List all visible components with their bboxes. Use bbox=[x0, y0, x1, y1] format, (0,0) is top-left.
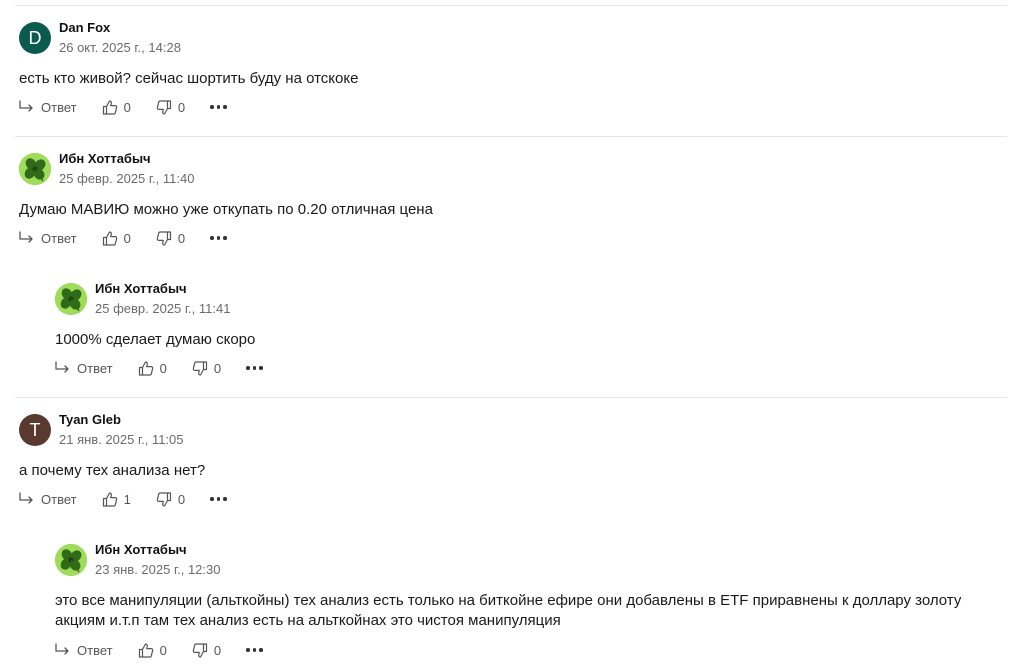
comment-text: а почему тех анализа нет? bbox=[19, 462, 206, 479]
more-dot-icon bbox=[246, 648, 250, 652]
dislike-button[interactable]: 0 bbox=[192, 643, 221, 658]
comment-text: это все манипуляции (альткойны) тех анал… bbox=[55, 592, 962, 629]
more-dot-icon bbox=[216, 497, 221, 501]
avatar[interactable] bbox=[19, 153, 51, 185]
more-dot-icon bbox=[252, 366, 257, 370]
comment-actions: Ответ 1 0 bbox=[19, 489, 227, 509]
comment-date: 25 февр. 2025 г., 11:41 bbox=[95, 301, 231, 316]
thumbs-down-icon bbox=[156, 99, 171, 115]
reply-arrow-icon bbox=[19, 100, 33, 112]
like-count: 0 bbox=[123, 99, 131, 115]
reply-label: Ответ bbox=[41, 491, 77, 507]
reply-button[interactable]: Ответ bbox=[55, 643, 113, 658]
reply-button[interactable]: Ответ bbox=[19, 100, 77, 115]
reply-button[interactable]: Ответ bbox=[19, 231, 77, 246]
comment-text: Думаю МАВИЮ можно уже откупать по 0.20 о… bbox=[19, 201, 433, 218]
comment-actions: Ответ 0 0 bbox=[55, 640, 263, 660]
more-dot-icon bbox=[223, 105, 227, 109]
avatar[interactable]: D bbox=[19, 22, 51, 54]
more-dot-icon bbox=[259, 648, 263, 652]
reply-label: Ответ bbox=[41, 99, 77, 115]
like-count: 0 bbox=[159, 642, 167, 658]
avatar[interactable] bbox=[55, 544, 87, 576]
reply-button[interactable]: Ответ bbox=[19, 492, 77, 507]
reply-arrow-icon bbox=[19, 231, 33, 243]
like-button[interactable]: 0 bbox=[102, 231, 131, 246]
thumbs-up-icon bbox=[102, 99, 117, 115]
clover-icon bbox=[55, 544, 87, 576]
more-options-button[interactable] bbox=[246, 366, 263, 370]
more-options-button[interactable] bbox=[210, 105, 227, 109]
dislike-button[interactable]: 0 bbox=[192, 361, 221, 376]
more-dot-icon bbox=[210, 236, 214, 240]
like-button[interactable]: 0 bbox=[138, 643, 167, 658]
divider bbox=[15, 397, 1007, 398]
more-dot-icon bbox=[210, 105, 214, 109]
like-count: 0 bbox=[159, 360, 167, 376]
reply-label: Ответ bbox=[41, 230, 77, 246]
like-button[interactable]: 0 bbox=[102, 100, 131, 115]
comment-date: 21 янв. 2025 г., 11:05 bbox=[59, 432, 184, 447]
thumbs-down-icon bbox=[192, 642, 207, 658]
like-count: 0 bbox=[123, 230, 131, 246]
reply-arrow-icon bbox=[55, 361, 69, 373]
dislike-count: 0 bbox=[213, 642, 222, 658]
thumbs-up-icon bbox=[138, 642, 153, 658]
avatar-letter: D bbox=[28, 27, 42, 48]
clover-icon bbox=[55, 283, 87, 315]
dislike-count: 0 bbox=[177, 230, 186, 246]
comment-actions: Ответ 0 0 bbox=[19, 97, 227, 117]
more-dot-icon bbox=[252, 648, 257, 652]
clover-icon bbox=[19, 153, 51, 185]
comment-text: 1000% сделает думаю скоро bbox=[55, 331, 256, 348]
thumbs-down-icon bbox=[156, 491, 171, 507]
avatar[interactable] bbox=[55, 283, 87, 315]
more-dot-icon bbox=[210, 497, 214, 501]
more-dot-icon bbox=[246, 366, 250, 370]
comment-date: 23 янв. 2025 г., 12:30 bbox=[95, 562, 221, 577]
more-options-button[interactable] bbox=[246, 648, 263, 652]
thumbs-down-icon bbox=[192, 360, 207, 376]
dislike-count: 0 bbox=[213, 360, 222, 376]
comment-actions: Ответ 0 0 bbox=[55, 358, 263, 378]
reply-arrow-icon bbox=[55, 643, 69, 655]
comment-author[interactable]: Ибн Хоттабыч bbox=[59, 151, 151, 166]
thumbs-up-icon bbox=[102, 491, 117, 507]
comments-section: D Dan Fox 26 окт. 2025 г., 14:28 есть кт… bbox=[0, 0, 1022, 667]
comment-author[interactable]: Ибн Хоттабыч bbox=[95, 542, 187, 557]
comment-actions: Ответ 0 0 bbox=[19, 228, 227, 248]
more-dot-icon bbox=[216, 105, 221, 109]
like-button[interactable]: 1 bbox=[102, 492, 131, 507]
like-count: 1 bbox=[123, 491, 131, 507]
comment-author[interactable]: Dan Fox bbox=[59, 20, 110, 35]
divider bbox=[15, 5, 1007, 6]
more-options-button[interactable] bbox=[210, 236, 227, 240]
comment-author[interactable]: Ибн Хоттабыч bbox=[95, 281, 187, 296]
more-options-button[interactable] bbox=[210, 497, 227, 501]
reply-arrow-icon bbox=[19, 492, 33, 504]
avatar-letter: T bbox=[29, 419, 41, 440]
dislike-button[interactable]: 0 bbox=[156, 492, 185, 507]
avatar[interactable]: T bbox=[19, 414, 51, 446]
reply-button[interactable]: Ответ bbox=[55, 361, 113, 376]
comment-text: есть кто живой? сейчас шортить буду на о… bbox=[19, 70, 359, 87]
comment-author[interactable]: Tyan Gleb bbox=[59, 412, 121, 427]
comment-date: 25 февр. 2025 г., 11:40 bbox=[59, 171, 195, 186]
thumbs-down-icon bbox=[156, 230, 171, 246]
dislike-count: 0 bbox=[177, 491, 186, 507]
more-dot-icon bbox=[223, 236, 227, 240]
reply-label: Ответ bbox=[77, 642, 113, 658]
dislike-button[interactable]: 0 bbox=[156, 100, 185, 115]
thumbs-up-icon bbox=[138, 360, 153, 376]
reply-label: Ответ bbox=[77, 360, 113, 376]
more-dot-icon bbox=[259, 366, 263, 370]
dislike-count: 0 bbox=[177, 99, 186, 115]
divider bbox=[15, 136, 1007, 137]
more-dot-icon bbox=[223, 497, 227, 501]
comment-date: 26 окт. 2025 г., 14:28 bbox=[59, 40, 181, 55]
thumbs-up-icon bbox=[102, 230, 117, 246]
like-button[interactable]: 0 bbox=[138, 361, 167, 376]
more-dot-icon bbox=[216, 236, 221, 240]
dislike-button[interactable]: 0 bbox=[156, 231, 185, 246]
